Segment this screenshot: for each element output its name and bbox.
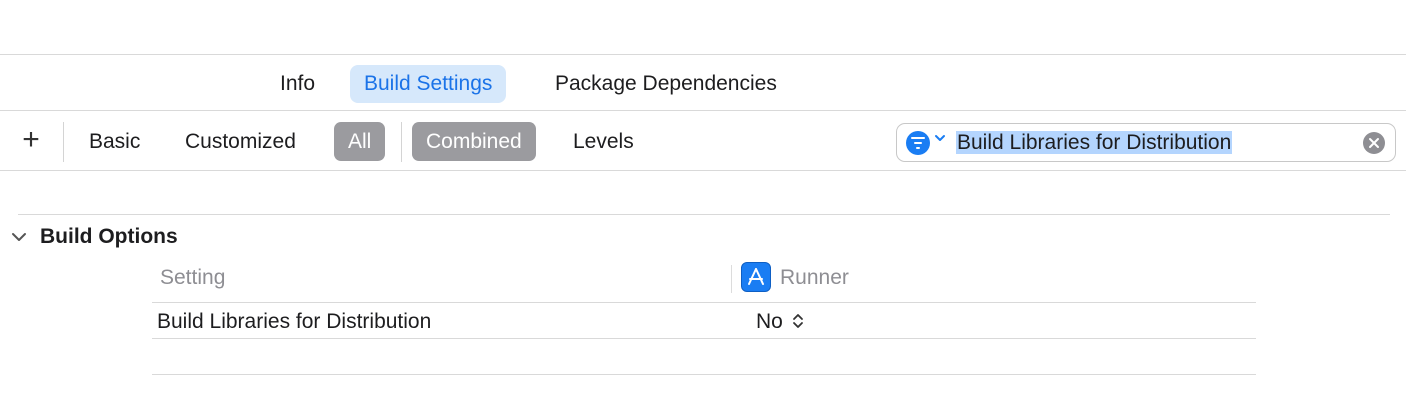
column-header-setting: Setting — [160, 266, 226, 289]
column-divider — [731, 265, 732, 293]
filter-customized-button[interactable]: Customized — [171, 122, 310, 161]
settings-filter-toolbar: + Basic Customized All Combined Levels B… — [0, 112, 1406, 170]
section-title[interactable]: Build Options — [40, 225, 178, 249]
chevron-down-icon[interactable] — [10, 231, 28, 243]
tab-build-settings[interactable]: Build Settings — [350, 65, 507, 103]
toolbar-separator — [401, 122, 402, 162]
tabbar-divider — [0, 110, 1406, 111]
up-down-chevron-icon[interactable] — [792, 313, 804, 329]
view-combined-button[interactable]: Combined — [412, 122, 536, 161]
editor-tab-bar: Info Build Settings Package Dependencies — [0, 56, 1406, 110]
tab-package-dependencies[interactable]: Package Dependencies — [541, 65, 791, 103]
toolbar-separator — [63, 122, 64, 162]
add-setting-button[interactable]: + — [14, 124, 48, 158]
view-levels-button[interactable]: Levels — [559, 122, 648, 161]
filter-icon[interactable] — [906, 131, 930, 155]
settings-search-field[interactable]: Build Libraries for Distribution — [896, 123, 1396, 162]
setting-value-popup[interactable]: No — [756, 310, 783, 334]
plus-icon: + — [22, 123, 40, 156]
row-divider — [152, 338, 1256, 339]
search-input[interactable]: Build Libraries for Distribution — [956, 130, 1233, 156]
app-target-icon — [741, 262, 771, 292]
clear-icon[interactable] — [1363, 132, 1385, 154]
column-header-target: Runner — [780, 266, 849, 289]
filter-basic-button[interactable]: Basic — [75, 122, 154, 161]
chevron-down-icon[interactable] — [934, 134, 946, 142]
table-bottom-divider — [152, 374, 1256, 375]
search-input-value: Build Libraries for Distribution — [956, 131, 1233, 154]
top-divider — [0, 54, 1406, 55]
filter-all-button[interactable]: All — [334, 122, 386, 161]
tab-info[interactable]: Info — [266, 65, 329, 103]
setting-name[interactable]: Build Libraries for Distribution — [157, 310, 431, 334]
header-row-divider — [152, 302, 1256, 303]
section-divider — [18, 214, 1390, 215]
toolbar-divider — [0, 170, 1406, 171]
